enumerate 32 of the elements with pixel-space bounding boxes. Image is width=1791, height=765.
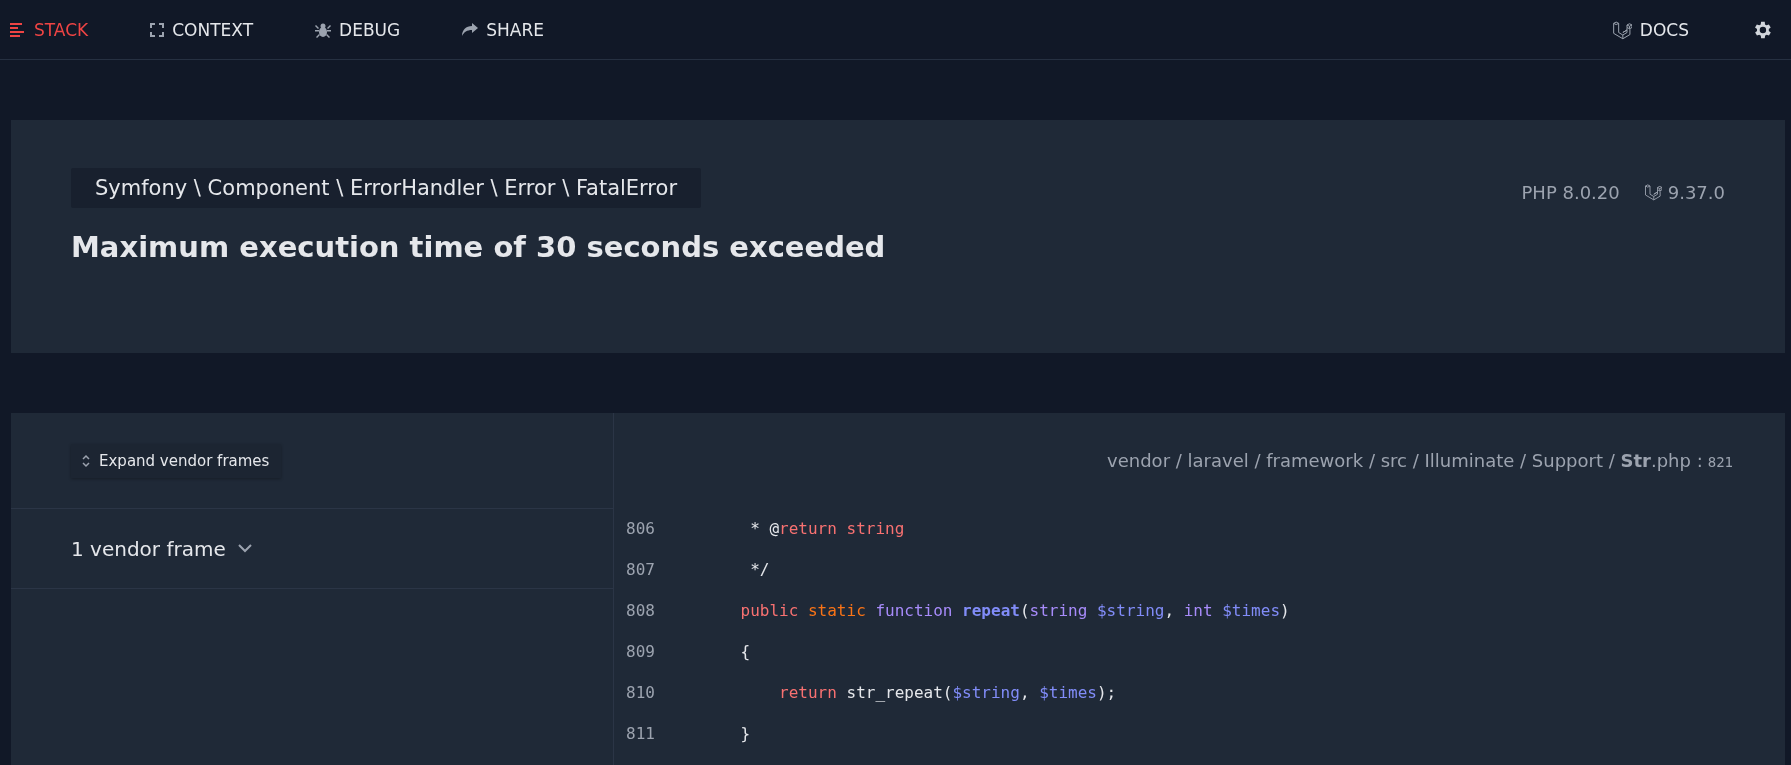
php-version: PHP 8.0.20: [1521, 181, 1620, 203]
bug-icon: [315, 21, 332, 38]
file-path: vendor / laravel / framework / src / Illuminate / Support / Str.php :: [1107, 450, 1703, 471]
cube-logo-icon: [1611, 19, 1632, 40]
expand-vendor-frames-button[interactable]: Expand vendor frames: [71, 443, 282, 478]
cube-logo-icon: [1643, 183, 1662, 201]
nav-tab[interactable]: DEBUG: [315, 15, 401, 44]
line-number: 810: [626, 683, 656, 702]
error-message: Maximum execution time of 30 seconds exceeded: [71, 230, 886, 264]
line-number: 808: [626, 601, 656, 620]
code-line: }: [739, 724, 751, 743]
vendor-frame-group[interactable]: 1 vendor frame: [11, 509, 613, 589]
line-number: 807: [626, 560, 656, 579]
share-arrow-icon: [462, 22, 479, 37]
line-number: 809: [626, 642, 656, 661]
docs-link[interactable]: DOCS: [1611, 19, 1689, 40]
line-number: 811: [626, 724, 656, 743]
code-line: {: [739, 642, 751, 661]
frame-corners-icon: [150, 22, 165, 37]
code-line: * @return string: [749, 519, 905, 538]
list-icon: [10, 22, 26, 37]
code-line: */: [749, 560, 770, 579]
code-line: public static function repeat(string $string, int $times): [739, 601, 1290, 620]
exception-class-label: Symfony \ Component \ ErrorHandler \ Error \ FatalError: [71, 168, 702, 208]
nav-tab[interactable]: STACK: [10, 15, 89, 44]
framework-version: 9.37.0: [1667, 181, 1725, 203]
nav-tab[interactable]: SHARE: [462, 15, 544, 44]
up-down-chevron-icon: [81, 453, 91, 468]
line-number-label: 821: [1707, 454, 1733, 470]
nav-tab[interactable]: CONTEXT: [150, 15, 254, 44]
code-line: return str_repeat($string, $times);: [778, 683, 1117, 702]
line-number: 806: [626, 519, 656, 538]
